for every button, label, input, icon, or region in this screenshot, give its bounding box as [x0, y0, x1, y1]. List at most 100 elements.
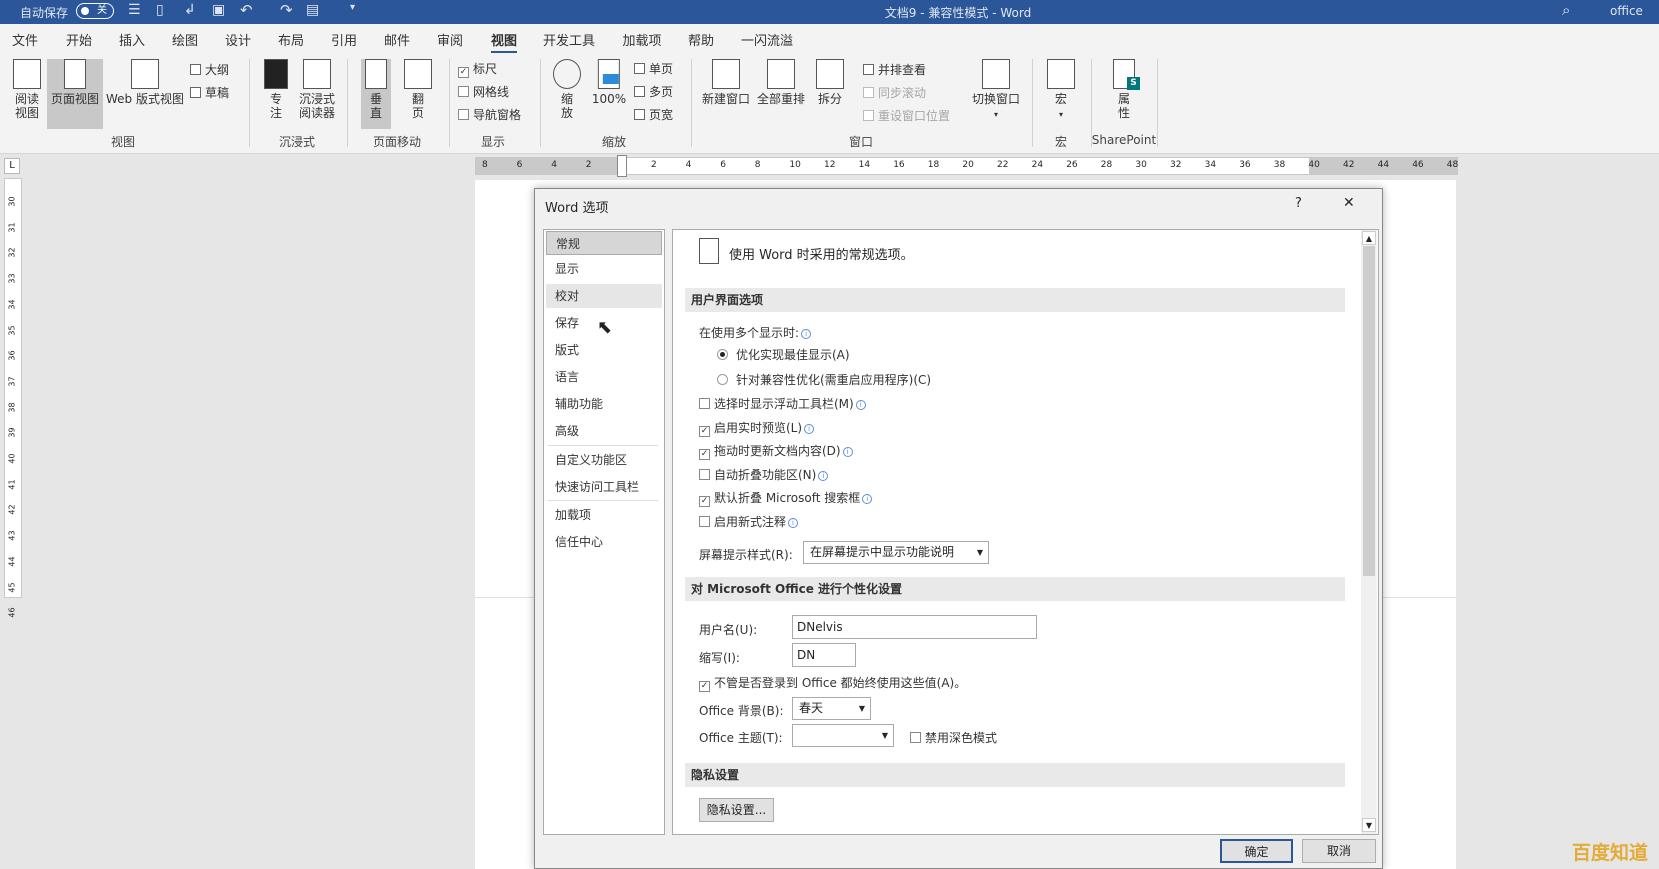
arrange-all-button[interactable]: 全部重排 — [757, 59, 805, 106]
scroll-down-icon[interactable]: ▼ — [1362, 818, 1376, 832]
nav-item-4[interactable]: 版式 — [546, 338, 662, 362]
help-button[interactable]: ? — [1295, 196, 1302, 211]
tab-8[interactable]: 审阅 — [437, 30, 463, 49]
page-width-button[interactable]: 页宽 — [634, 106, 673, 123]
tab-3[interactable]: 绘图 — [172, 30, 198, 49]
nav-item-6[interactable]: 辅助功能 — [546, 392, 662, 416]
option-checkbox-3[interactable]: 自动折叠功能区(N) i — [699, 466, 829, 483]
office-background-select[interactable]: 春天 ▼ — [792, 697, 871, 720]
nav-item-8[interactable]: 自定义功能区 — [546, 448, 662, 472]
zoom-button[interactable]: 缩 放 — [553, 59, 581, 120]
label: 属 性 — [1117, 92, 1130, 120]
privacy-settings-button[interactable]: 隐私设置... — [699, 798, 774, 822]
nav-item-11[interactable]: 信任中心 — [546, 530, 662, 554]
immersive-reader-button[interactable]: 沉浸式 阅读器 — [299, 59, 335, 120]
ruler-checkbox[interactable]: ✓ 标尺 — [458, 60, 497, 78]
macros-button[interactable]: 宏 ▾ — [1047, 59, 1075, 122]
disable-dark-mode-checkbox[interactable]: 禁用深色模式 — [910, 729, 997, 746]
file-icon[interactable]: ▯ — [156, 2, 164, 18]
option-checkbox-2[interactable]: ✓ 拖动时更新文档内容(D) i — [699, 442, 853, 461]
autosave-toggle[interactable]: 关 — [76, 3, 114, 19]
ruler-number: 6 — [720, 160, 726, 170]
switch-windows-button[interactable]: 切换窗口 ▾ — [972, 59, 1020, 122]
value: 在屏幕提示中显示功能说明 — [810, 545, 955, 559]
option-checkbox-0[interactable]: 选择时显示浮动工具栏(M) i — [699, 395, 866, 412]
magnifier-icon — [553, 59, 581, 89]
save-icon[interactable]: ▣ — [212, 2, 225, 18]
zoom-100-button[interactable]: 100% — [592, 59, 626, 106]
always-use-checkbox[interactable]: ✓ 不管是否登录到 Office 都始终使用这些值(A)。 — [699, 674, 966, 692]
cancel-button[interactable]: 取消 — [1302, 839, 1376, 863]
tab-2[interactable]: 插入 — [119, 30, 145, 49]
tab-12[interactable]: 帮助 — [688, 30, 714, 49]
screentip-style-select[interactable]: 在屏幕提示中显示功能说明 ▼ — [803, 541, 989, 564]
tab-6[interactable]: 引用 — [331, 30, 357, 49]
option-checkbox-4[interactable]: ✓ 默认折叠 Microsoft 搜索框 i — [699, 489, 873, 508]
tab-10[interactable]: 开发工具 — [543, 30, 595, 49]
label: 网格线 — [473, 85, 510, 99]
side-to-side-button[interactable]: 翻 页 — [404, 59, 432, 120]
vertical-button[interactable]: 垂 直 — [361, 59, 391, 129]
navigation-pane-checkbox[interactable]: 导航窗格 — [458, 106, 521, 123]
search-icon[interactable]: ⌕ — [1562, 1, 1570, 19]
format-icon[interactable]: ↲ — [184, 2, 196, 18]
redo-icon[interactable]: ↷ — [280, 1, 293, 19]
nav-item-5[interactable]: 语言 — [546, 365, 662, 389]
office-theme-select[interactable]: ▼ — [792, 724, 894, 747]
nav-item-1[interactable]: 显示 — [546, 257, 662, 281]
window-icon[interactable]: ▤ — [306, 2, 319, 18]
nav-item-2[interactable]: 校对 — [546, 284, 662, 308]
nav-item-7[interactable]: 高级 — [546, 419, 662, 443]
split-button[interactable]: 拆分 — [816, 59, 844, 106]
view-side-by-side-button[interactable]: 并排查看 — [863, 61, 926, 78]
outline-button[interactable]: 大纲 — [190, 61, 229, 78]
background-label: Office 背景(B): — [699, 704, 784, 718]
ok-button[interactable]: 确定 — [1220, 839, 1293, 863]
multiple-pages-button[interactable]: 多页 — [634, 83, 673, 100]
draft-button[interactable]: 草稿 — [190, 84, 229, 101]
properties-button[interactable]: S 属 性 — [1113, 59, 1140, 120]
indent-marker[interactable] — [617, 155, 627, 177]
nav-item-10[interactable]: 加载项 — [546, 503, 662, 527]
tab-9[interactable]: 视图 — [490, 30, 518, 54]
tab-0[interactable]: 文件 — [12, 30, 38, 49]
baidu-zhidao-watermark: 百度知道 — [1572, 842, 1649, 864]
initials-input[interactable]: DN — [792, 643, 856, 667]
panel-scrollbar[interactable]: ▲ ▼ — [1361, 230, 1377, 834]
tab-1[interactable]: 开始 — [66, 30, 92, 49]
tab-11[interactable]: 加载项 — [622, 30, 661, 49]
option-checkbox-5[interactable]: 启用新式注释 i — [699, 513, 799, 530]
horizontal-ruler[interactable]: 8 6 4 2 2 4 6 8 10 12 14 16 18 20 22 24 26 28 30 32 34 36 38 40… — [475, 155, 1458, 177]
close-button[interactable]: ✕ — [1343, 195, 1355, 211]
account-name[interactable]: office — [1610, 4, 1643, 18]
tab-4[interactable]: 设计 — [225, 30, 251, 49]
scroll-thumb[interactable] — [1363, 246, 1375, 576]
gridlines-checkbox[interactable]: 网格线 — [458, 83, 509, 100]
radio-compatibility[interactable]: 针对兼容性优化(需重启应用程序)(C) — [717, 371, 931, 388]
nav-item-9[interactable]: 快速访问工具栏 — [546, 475, 662, 499]
option-checkbox-1[interactable]: ✓ 启用实时预览(L) i — [699, 419, 815, 437]
vertical-ruler[interactable]: 30 31 32 33 34 35 36 37 38 39 40 41 42 43 44 45 46 — [4, 178, 22, 618]
web-layout-button[interactable]: Web 版式视图 — [106, 59, 184, 106]
touch-mode-icon[interactable]: ☰ — [128, 2, 141, 18]
tab-5[interactable]: 布局 — [278, 30, 304, 49]
label: 优化实现最佳显示(A) — [736, 348, 850, 362]
ruler-number: 26 — [1066, 160, 1078, 170]
initials-label: 缩写(I): — [699, 651, 740, 665]
nav-item-0[interactable]: 常规 — [546, 231, 662, 255]
tab-selector[interactable]: L — [4, 158, 20, 174]
print-layout-button[interactable]: 页面视图 — [46, 59, 104, 129]
word-options-dialog: Word 选项 ? ✕ 常规 显示 校对 保存 版式 语言 辅助功能 高级 自定义功能区 快速访问… — [534, 188, 1383, 869]
one-page-button[interactable]: 单页 — [634, 60, 673, 77]
undo-icon[interactable]: ↶ — [240, 1, 253, 19]
general-options-icon — [699, 238, 719, 264]
new-window-button[interactable]: 新建窗口 — [702, 59, 750, 106]
customize-qat-icon[interactable]: ▾ — [350, 2, 355, 13]
focus-button[interactable]: 专 注 — [264, 59, 288, 120]
scroll-up-icon[interactable]: ▲ — [1362, 231, 1376, 245]
radio-best-appearance[interactable]: 优化实现最佳显示(A) — [717, 346, 850, 363]
tab-13[interactable]: 一闪流溢 — [741, 30, 793, 49]
tab-7[interactable]: 邮件 — [384, 30, 410, 49]
username-input[interactable]: DNelvis — [792, 615, 1037, 639]
read-mode-button[interactable]: 阅读 视图 — [13, 59, 41, 120]
